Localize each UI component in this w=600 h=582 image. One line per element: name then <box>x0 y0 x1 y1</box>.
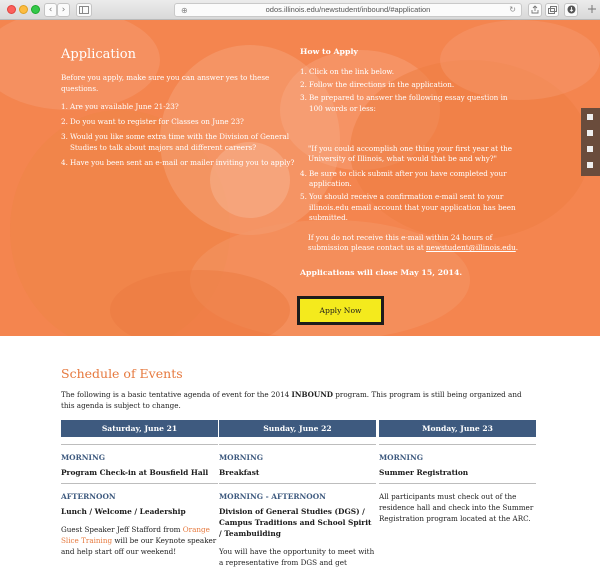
divider <box>379 483 536 484</box>
url-text: odos.illinois.edu/newstudent/inbound/#ap… <box>265 5 431 14</box>
sidebar-icon <box>79 6 89 14</box>
time-label: MORNING - AFTERNOON <box>219 492 326 501</box>
back-button[interactable]: ‹ <box>44 3 57 17</box>
day-column-sunday: Sunday, June 22 MORNING Breakfast MORNIN… <box>219 420 376 568</box>
event-description: Guest Speaker Jeff Stafford from Orange … <box>61 525 217 556</box>
step-item: 5. You should receive a confirmation e-ma… <box>300 192 516 222</box>
divider <box>61 444 218 445</box>
how-to-apply-steps-continued: 4. Be sure to click submit after you have… <box>300 169 522 226</box>
question-item: 2. Do you want to register for Classes on… <box>61 117 244 127</box>
minimize-window-button[interactable] <box>19 5 28 14</box>
event-title: Lunch / Welcome / Leadership <box>61 507 186 516</box>
apply-now-label: Apply Now <box>300 299 381 322</box>
nav-dot[interactable] <box>587 130 593 136</box>
question-item: 3. Would you like some extra time with th… <box>61 132 290 152</box>
step-item: 3. Be prepared to answer the following es… <box>300 93 508 113</box>
day-header: Sunday, June 22 <box>219 420 376 437</box>
download-icon <box>567 5 575 14</box>
day-header: Saturday, June 21 <box>61 420 218 437</box>
question-item: 4. Have you been sent an e-mail or mailer… <box>61 157 295 167</box>
how-to-apply-heading: How to Apply <box>300 47 358 56</box>
sidebar-toggle-button[interactable] <box>76 3 92 17</box>
close-window-button[interactable] <box>7 5 16 14</box>
nav-dot[interactable] <box>587 146 593 152</box>
globe-icon: ⊕ <box>181 6 188 15</box>
confirmation-note: If you do not receive this e-mail within… <box>308 233 519 253</box>
browser-window: ‹ › ⊕ odos.illinois.edu/newstudent/inbou… <box>0 0 600 582</box>
divider <box>379 444 536 445</box>
time-label: MORNING <box>379 453 424 462</box>
contact-email-link[interactable]: newstudent@illinois.edu <box>426 243 516 252</box>
event-title: Program Check-in at Bousfield Hall <box>61 468 209 477</box>
event-description: You will have the opportunity to meet wi… <box>219 547 375 567</box>
reload-icon[interactable]: ↻ <box>509 4 516 16</box>
divider <box>219 483 376 484</box>
address-bar[interactable]: ⊕ odos.illinois.edu/newstudent/inbound/#… <box>174 3 522 17</box>
apply-now-button[interactable]: Apply Now <box>297 296 384 325</box>
eligibility-questions: 1. Are you available June 21-23? 2. Do you… <box>61 102 297 173</box>
day-column-saturday: Saturday, June 21 MORNING Program Check-… <box>61 420 218 557</box>
deadline-notice: Applications will close May 15, 2014. <box>300 268 463 277</box>
browser-toolbar: ‹ › ⊕ odos.illinois.edu/newstudent/inbou… <box>0 0 600 20</box>
nav-dot[interactable] <box>587 162 593 168</box>
event-description: All participants must check out of the r… <box>379 492 534 523</box>
day-column-monday: Monday, June 23 MORNING Summer Registrat… <box>379 420 536 524</box>
event-title: Division of General Studies (DGS) / Camp… <box>219 507 372 538</box>
tabs-overview-button[interactable] <box>545 3 559 17</box>
day-header: Monday, June 23 <box>379 420 536 437</box>
share-button[interactable] <box>528 3 542 17</box>
downloads-button[interactable] <box>564 3 578 17</box>
essay-question: "If you could accomplish one thing your … <box>308 144 513 164</box>
application-intro: Before you apply, make sure you can answ… <box>61 73 270 93</box>
time-label: AFTERNOON <box>61 492 116 501</box>
step-item: 1. Click on the link below. <box>300 67 394 76</box>
schedule-intro: The following is a basic tentative agend… <box>61 390 522 410</box>
schedule-heading: Schedule of Events <box>61 366 183 381</box>
tabs-icon <box>547 6 557 14</box>
question-item: 1. Are you available June 21-23? <box>61 102 179 111</box>
section-dot-nav <box>581 108 600 176</box>
time-label: MORNING <box>61 453 106 462</box>
nav-dot[interactable] <box>587 114 593 120</box>
application-hero: Application Before you apply, make sure … <box>0 20 600 336</box>
divider <box>219 444 376 445</box>
step-item: 4. Be sure to click submit after you have… <box>300 169 507 189</box>
event-title: Summer Registration <box>379 468 469 477</box>
application-heading: Application <box>61 47 136 62</box>
forward-button[interactable]: › <box>57 3 70 17</box>
time-label: MORNING <box>219 453 264 462</box>
zoom-window-button[interactable] <box>31 5 40 14</box>
share-icon <box>531 5 539 14</box>
how-to-apply-steps: 1. Click on the link below. 2. Follow the … <box>300 67 522 117</box>
plus-icon <box>588 5 596 13</box>
event-title: Breakfast <box>219 468 260 477</box>
divider <box>61 483 218 484</box>
new-tab-button[interactable] <box>586 3 598 17</box>
step-item: 2. Follow the directions in the applicati… <box>300 80 455 90</box>
